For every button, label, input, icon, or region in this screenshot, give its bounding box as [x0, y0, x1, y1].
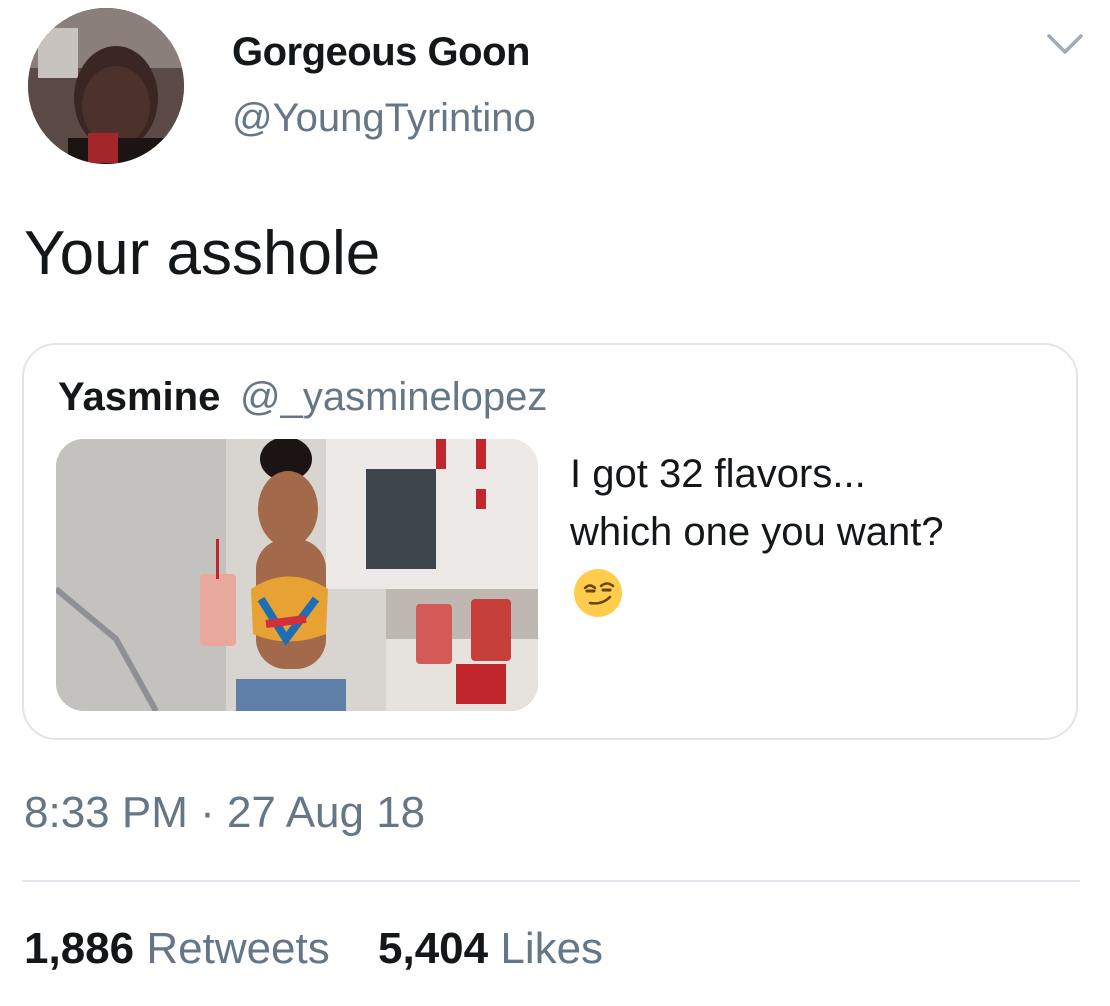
quoted-text-line: which one you want? — [570, 510, 944, 554]
quoted-tweet-text: I got 32 flavors... which one you want? — [570, 445, 1050, 561]
likes-count: 5,404 — [378, 924, 489, 973]
author-avatar[interactable] — [28, 8, 184, 164]
likes-stat[interactable]: 5,404 Likes — [378, 924, 603, 974]
tweet-text: Your asshole — [24, 219, 381, 288]
likes-label: Likes — [500, 924, 604, 973]
chevron-down-icon[interactable] — [1045, 30, 1085, 58]
quoted-media-image[interactable] — [56, 439, 538, 711]
quoted-handle: @_yasminelopez — [240, 375, 548, 419]
avatar-photo — [28, 8, 184, 164]
author-display-name[interactable]: Gorgeous Goon — [232, 30, 530, 75]
divider — [22, 880, 1080, 882]
retweets-count: 1,886 — [24, 924, 135, 973]
quoted-text-line: I got 32 flavors... — [570, 452, 866, 496]
smirking-face-icon — [572, 567, 624, 619]
quoted-tweet-card[interactable]: Yasmine @_yasminelopez I got 32 flavors.… — [22, 343, 1078, 740]
retweets-label: Retweets — [146, 924, 330, 973]
retweets-stat[interactable]: 1,886 Retweets — [24, 924, 330, 974]
author-handle[interactable]: @YoungTyrintino — [232, 96, 536, 141]
tweet-stats: 1,886 Retweets 5,404 Likes — [24, 924, 639, 974]
quoted-display-name: Yasmine — [58, 375, 221, 419]
tweet-timestamp[interactable]: 8:33 PM · 27 Aug 18 — [24, 788, 425, 838]
